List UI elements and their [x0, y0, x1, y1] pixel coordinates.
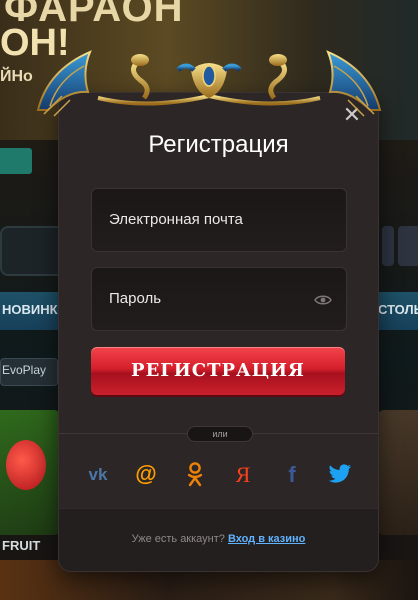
svg-text:f: f: [288, 462, 296, 486]
password-placeholder: Пароль: [109, 290, 162, 307]
login-prompt: Уже есть аккаунт?: [131, 533, 225, 545]
game-card: [378, 410, 418, 535]
category-table: СТОЛЬ: [378, 302, 418, 317]
email-placeholder: Электронная почта: [109, 211, 243, 228]
vk-icon[interactable]: vk: [83, 459, 113, 489]
carousel-control: [382, 226, 394, 266]
odnoklassniki-icon[interactable]: [180, 459, 210, 489]
yandex-icon[interactable]: Я: [228, 459, 258, 489]
social-login-row: vk @ Я f: [83, 459, 355, 489]
category-new: НОВИНК: [2, 302, 58, 317]
password-field[interactable]: Пароль: [91, 267, 347, 331]
svg-text:@: @: [136, 462, 157, 486]
twitter-icon[interactable]: [325, 459, 355, 489]
modal-title: Регистрация: [148, 131, 289, 158]
carousel-prev-button: [0, 226, 66, 276]
pharaoh-wings-ornament: [36, 50, 382, 117]
registration-modal: ✕ Регистрация Электронная почта Пароль Р…: [59, 93, 378, 571]
svg-text:Я: Я: [236, 462, 251, 486]
eye-icon[interactable]: [314, 294, 332, 306]
carousel-next-button: [398, 226, 418, 266]
divider-label: или: [187, 426, 253, 442]
mailru-icon[interactable]: @: [131, 459, 161, 489]
modal-footer: Уже есть аккаунт? Вход в казино: [59, 508, 378, 571]
banner-button: [0, 148, 32, 174]
facebook-icon[interactable]: f: [277, 459, 307, 489]
email-field[interactable]: Электронная почта: [91, 188, 347, 252]
game-card-label: FRUIT: [2, 538, 41, 553]
provider-chip-label: EvoPlay: [2, 363, 47, 377]
login-link[interactable]: Вход в казино: [228, 533, 305, 545]
register-button[interactable]: РЕГИСТРАЦИЯ: [91, 347, 345, 395]
game-card-art: [6, 440, 46, 490]
svg-text:vk: vk: [89, 465, 108, 483]
